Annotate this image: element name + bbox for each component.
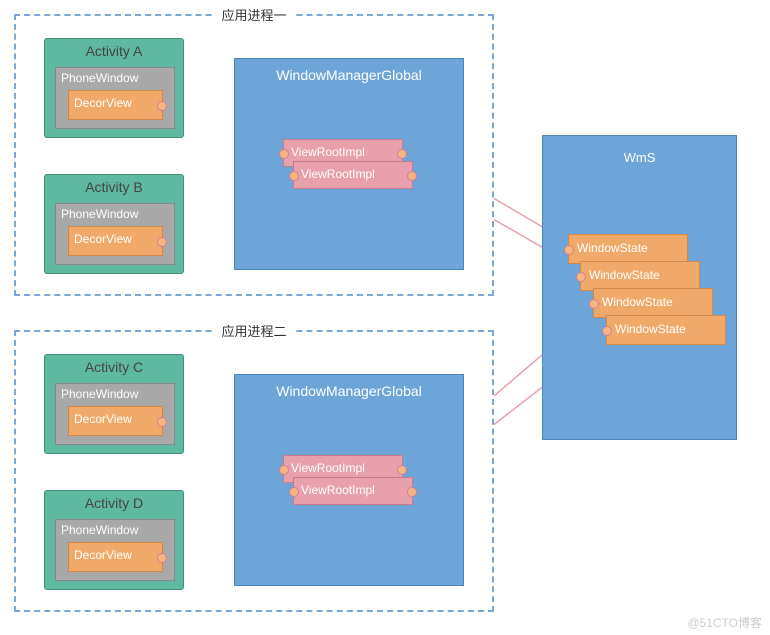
ws-3-label: WindowState	[607, 316, 725, 342]
dv-b-label: DecorView	[69, 227, 162, 251]
decor-view-d: DecorView	[68, 542, 163, 572]
dv-d-label: DecorView	[69, 543, 162, 567]
activity-a-title: Activity A	[45, 39, 183, 63]
process-2-label: 应用进程二	[215, 321, 292, 340]
ws-1-label: WindowState	[581, 262, 699, 288]
activity-c-title: Activity C	[45, 355, 183, 379]
wms-title: WmS	[543, 136, 736, 179]
process-box-2: 应用进程二 Activity C PhoneWindow DecorView A…	[14, 330, 494, 612]
dot-vri-1-1-r	[407, 171, 417, 181]
dot-ws-1	[576, 272, 586, 282]
dot-ws-3	[602, 326, 612, 336]
phone-window-c: PhoneWindow DecorView	[55, 383, 175, 445]
pw-d-label: PhoneWindow	[56, 520, 174, 540]
dv-a-label: DecorView	[69, 91, 162, 115]
decor-view-b: DecorView	[68, 226, 163, 256]
dot-b	[157, 237, 167, 247]
ws-0-label: WindowState	[569, 235, 687, 261]
vri-1-1: ViewRootImpl	[293, 161, 413, 189]
wmg-1: WindowManagerGlobal ViewRootImpl ViewRoo…	[234, 58, 464, 270]
dot-vri-2-0-l	[279, 465, 289, 475]
ws-1: WindowState	[580, 261, 700, 291]
decor-view-a: DecorView	[68, 90, 163, 120]
dv-c-label: DecorView	[69, 407, 162, 431]
dot-ws-2	[589, 299, 599, 309]
phone-window-a: PhoneWindow DecorView	[55, 67, 175, 129]
activity-d: Activity D PhoneWindow DecorView	[44, 490, 184, 590]
dot-vri-1-1-l	[289, 171, 299, 181]
vri-1-1-label: ViewRootImpl	[294, 162, 412, 186]
wmg-2: WindowManagerGlobal ViewRootImpl ViewRoo…	[234, 374, 464, 586]
dot-vri-1-0-r	[397, 149, 407, 159]
ws-3: WindowState	[606, 315, 726, 345]
dot-d	[157, 553, 167, 563]
phone-window-d: PhoneWindow DecorView	[55, 519, 175, 581]
pw-b-label: PhoneWindow	[56, 204, 174, 224]
vri-2-1-label: ViewRootImpl	[294, 478, 412, 502]
pw-a-label: PhoneWindow	[56, 68, 174, 88]
activity-d-title: Activity D	[45, 491, 183, 515]
process-1-label: 应用进程一	[215, 5, 292, 24]
ws-2-label: WindowState	[594, 289, 712, 315]
dot-vri-2-0-r	[397, 465, 407, 475]
wmg-1-title: WindowManagerGlobal	[235, 59, 463, 91]
activity-c: Activity C PhoneWindow DecorView	[44, 354, 184, 454]
wms: WmS WindowState WindowState WindowState …	[542, 135, 737, 440]
dot-vri-2-1-r	[407, 487, 417, 497]
pw-c-label: PhoneWindow	[56, 384, 174, 404]
dot-ws-0	[564, 245, 574, 255]
watermark: @51CTO博客	[687, 614, 762, 631]
activity-a: Activity A PhoneWindow DecorView	[44, 38, 184, 138]
dot-vri-1-0-l	[279, 149, 289, 159]
dot-a	[157, 101, 167, 111]
decor-view-c: DecorView	[68, 406, 163, 436]
dot-c	[157, 417, 167, 427]
activity-b-title: Activity B	[45, 175, 183, 199]
wmg-2-title: WindowManagerGlobal	[235, 375, 463, 407]
dot-vri-2-1-l	[289, 487, 299, 497]
ws-2: WindowState	[593, 288, 713, 318]
activity-b: Activity B PhoneWindow DecorView	[44, 174, 184, 274]
process-box-1: 应用进程一 Activity A PhoneWindow DecorView A…	[14, 14, 494, 296]
vri-2-1: ViewRootImpl	[293, 477, 413, 505]
ws-0: WindowState	[568, 234, 688, 264]
phone-window-b: PhoneWindow DecorView	[55, 203, 175, 265]
